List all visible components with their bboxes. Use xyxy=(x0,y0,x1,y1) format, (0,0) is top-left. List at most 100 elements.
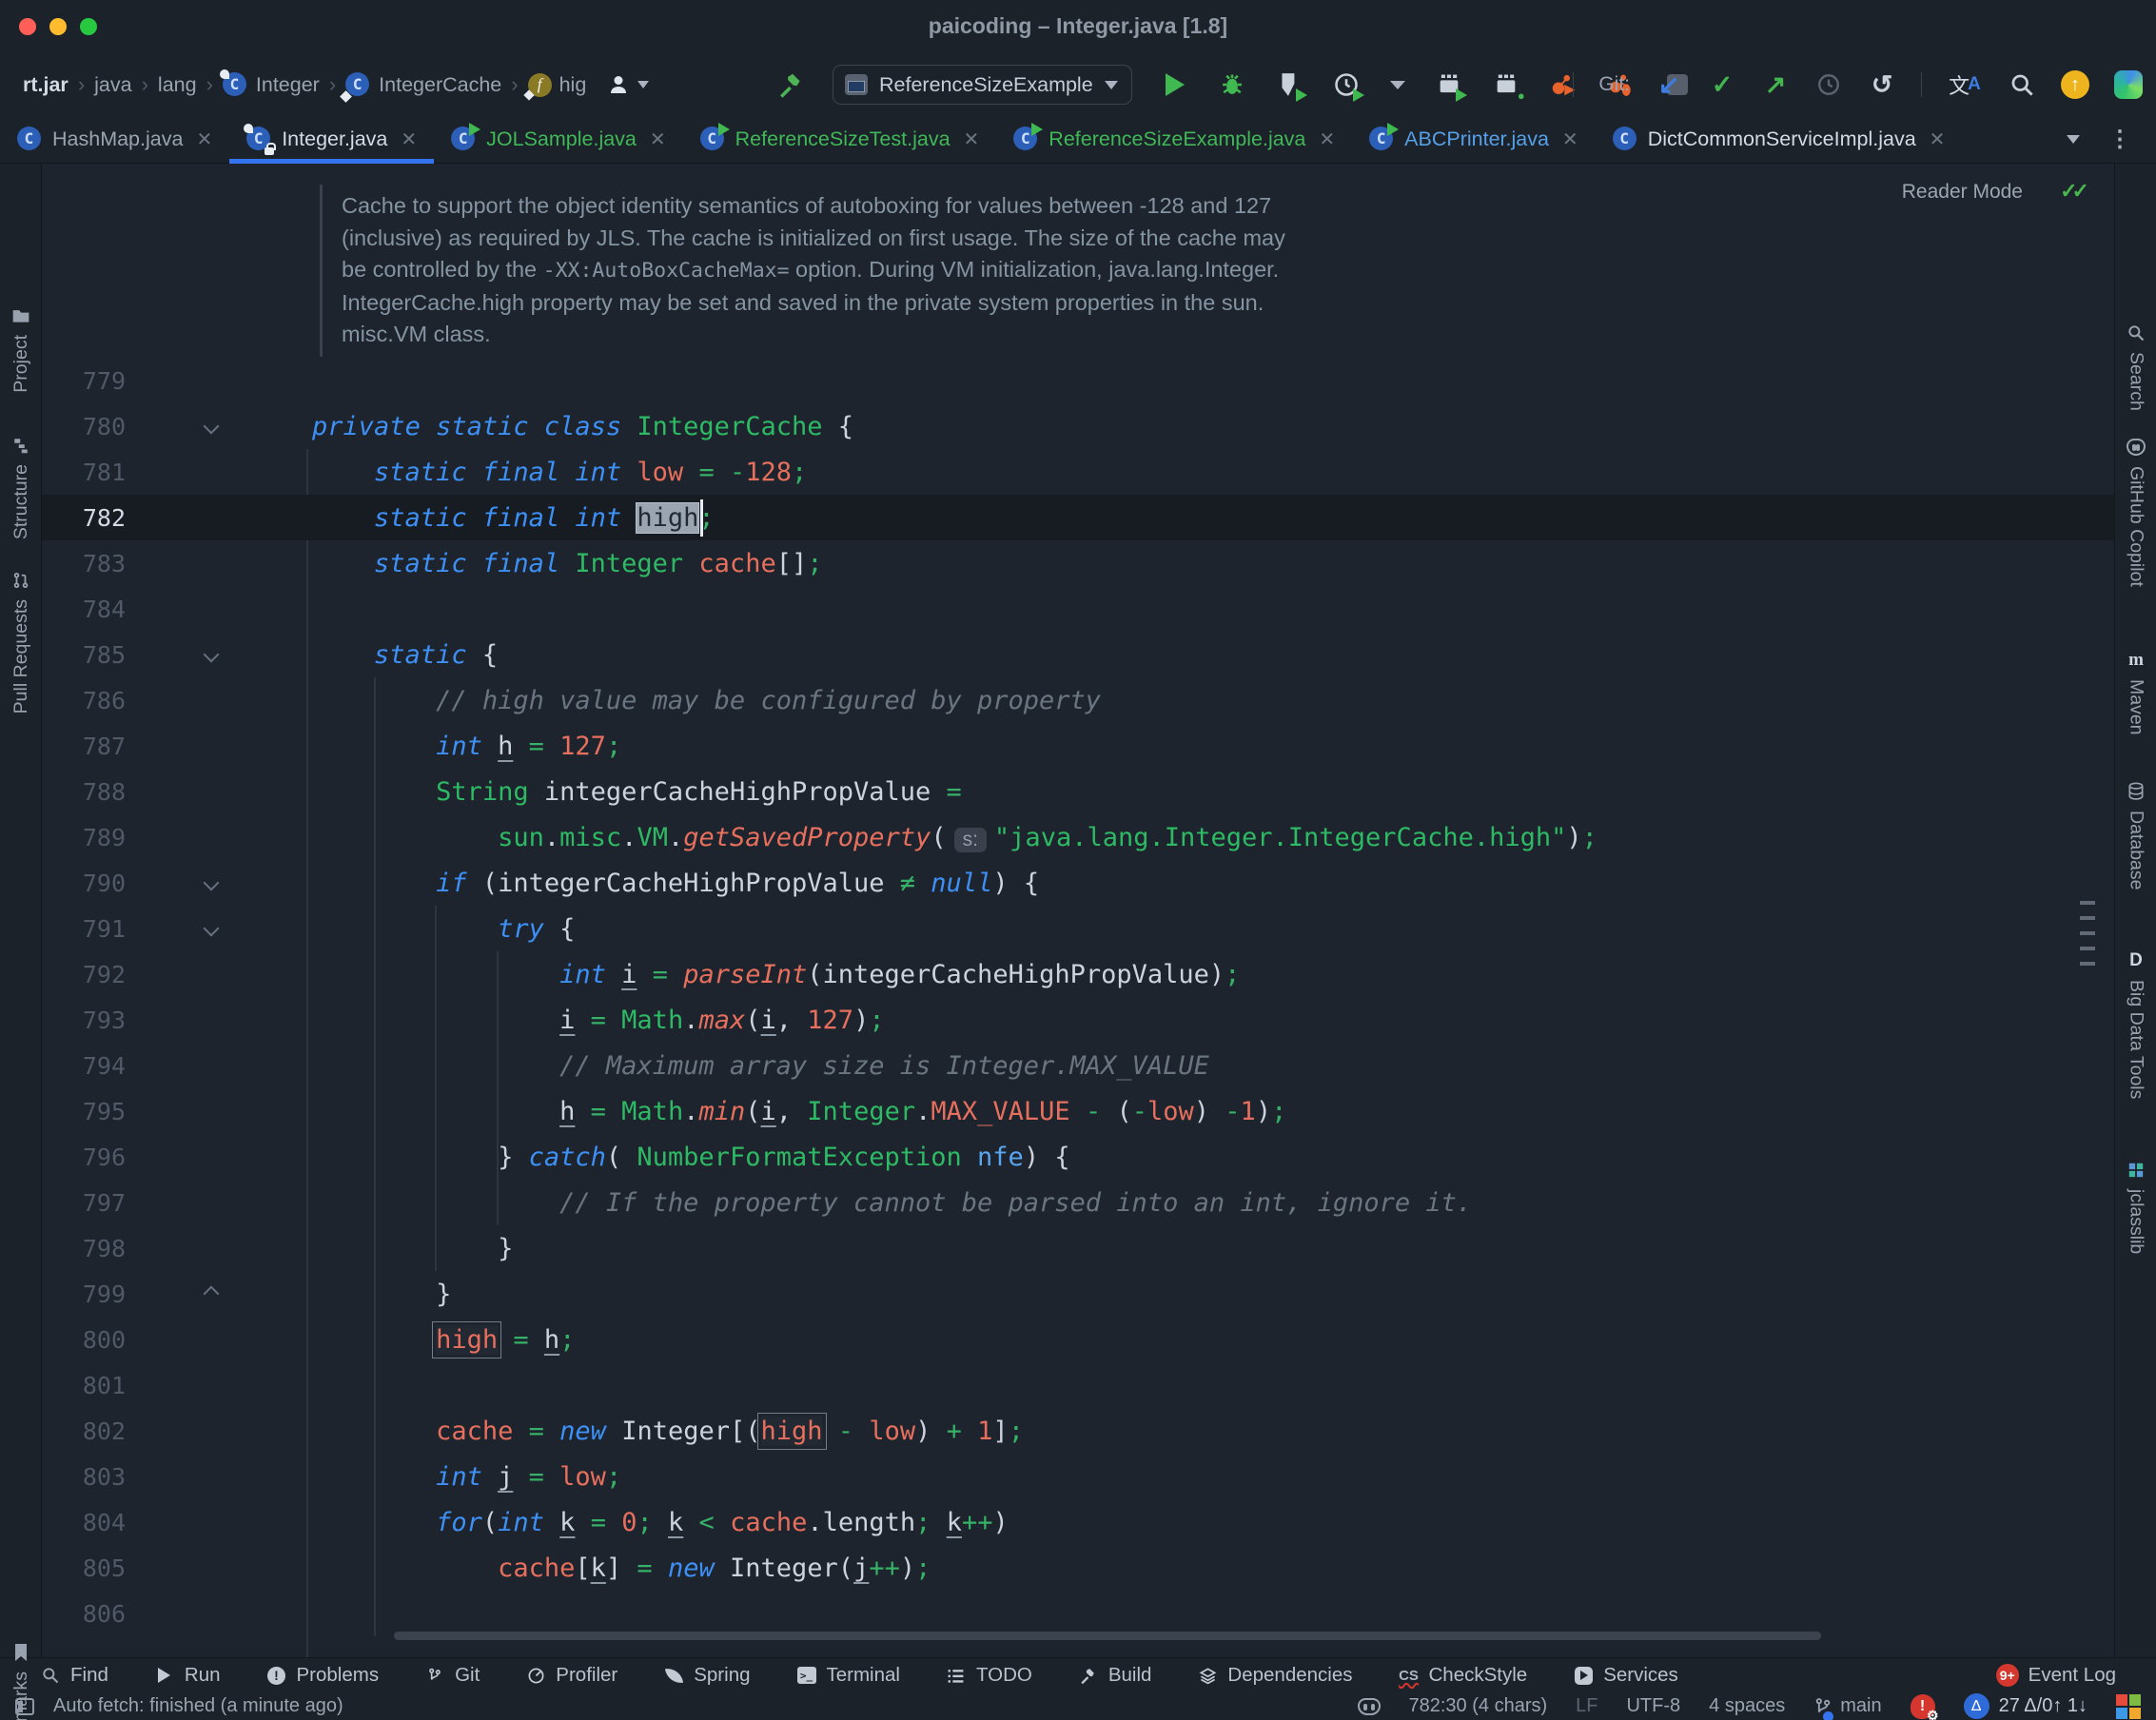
tool-window-spring[interactable]: Spring xyxy=(640,1658,773,1692)
code-line-779[interactable]: 779 xyxy=(42,358,2114,403)
code-line-790[interactable]: 790 if (integerCacheHighPropValue ≠ null… xyxy=(42,860,2114,906)
tool-window-build[interactable]: Build xyxy=(1055,1658,1175,1692)
close-tab-icon[interactable]: ✕ xyxy=(196,127,212,151)
code-line-795[interactable]: 795 h = Math.min(i, Integer.MAX_VALUE - … xyxy=(42,1088,2114,1134)
git-history-icon[interactable] xyxy=(1814,70,1843,99)
debug-button[interactable] xyxy=(1218,70,1246,99)
upload-circle-icon[interactable]: ↑ xyxy=(2061,70,2089,99)
toolbox-logo-icon[interactable] xyxy=(2114,70,2143,99)
git-branch-widget[interactable]: main xyxy=(1813,1695,1881,1718)
breadcrumb-item-lang[interactable]: lang xyxy=(158,73,197,97)
git-rollback-icon[interactable]: ↺ xyxy=(1868,70,1896,99)
code-line-802[interactable]: 802 cache = new Integer[(high - low) + 1… xyxy=(42,1408,2114,1454)
indent-setting[interactable]: 4 spaces xyxy=(1709,1695,1785,1717)
fold-marker[interactable] xyxy=(192,420,230,432)
breadcrumb-item-rt-jar[interactable]: rt.jar xyxy=(23,73,69,97)
error-status-icon[interactable]: !⚙ xyxy=(1911,1694,1935,1719)
code-line-803[interactable]: 803 int j = low; xyxy=(42,1454,2114,1499)
code-line-780[interactable]: 780 private static class IntegerCache { xyxy=(42,403,2114,449)
tool-window-terminal[interactable]: >_Terminal xyxy=(774,1658,923,1692)
tab-referencesizeexample-java[interactable]: CReferenceSizeExample.java✕ xyxy=(996,116,1352,163)
inspections-ok-icon[interactable]: ✓✓ xyxy=(2060,179,2084,204)
tool-strip-big-data-tools[interactable]: DBig Data Tools xyxy=(2115,951,2156,1099)
tool-strip-jclasslib[interactable]: jclasslib xyxy=(2115,1161,2156,1254)
close-tab-icon[interactable]: ✕ xyxy=(1562,127,1578,151)
code-line-788[interactable]: 788 String integerCacheHighPropValue = xyxy=(42,769,2114,814)
tool-window-checkstyle[interactable]: CSCheckStyle xyxy=(1376,1658,1551,1692)
copilot-status-icon[interactable] xyxy=(1358,1698,1381,1715)
code-line-797[interactable]: 797 // If the property cannot be parsed … xyxy=(42,1180,2114,1225)
tool-window-services[interactable]: Services xyxy=(1550,1658,1701,1692)
tab-integer-java[interactable]: CInteger.java✕ xyxy=(229,116,434,163)
code-line-786[interactable]: 786 // high value may be configured by p… xyxy=(42,677,2114,723)
close-tab-icon[interactable]: ✕ xyxy=(1319,127,1335,151)
code-line-785[interactable]: 785 static { xyxy=(42,632,2114,677)
code-line-782[interactable]: 782 static final int high; xyxy=(42,495,2114,540)
code-line-789[interactable]: 789 sun.misc.VM.getSavedProperty(s:"java… xyxy=(42,814,2114,860)
code-line-781[interactable]: 781 static final int low = -128; xyxy=(42,449,2114,495)
tool-strip-bookmarks[interactable]: Bookmarks xyxy=(0,1643,42,1720)
tool-strip-github-copilot[interactable]: GitHub Copilot xyxy=(2115,438,2156,587)
translate-icon[interactable]: 文A xyxy=(1947,70,1983,99)
breadcrumb-item-java[interactable]: java xyxy=(94,73,131,97)
code-line-804[interactable]: 804 for(int k = 0; k < cache.length; k++… xyxy=(42,1499,2114,1545)
tool-window-profiler[interactable]: Profiler xyxy=(502,1658,640,1692)
tabs-dropdown-icon[interactable] xyxy=(2067,135,2080,144)
fold-marker[interactable] xyxy=(192,649,230,660)
code-line-805[interactable]: 805 cache[k] = new Integer(j++); xyxy=(42,1545,2114,1591)
search-everywhere-icon[interactable] xyxy=(2008,70,2036,99)
code-line-796[interactable]: 796 } catch( NumberFormatException nfe) … xyxy=(42,1134,2114,1180)
tool-strip-database[interactable]: Database xyxy=(2115,782,2156,889)
tab-jolsample-java[interactable]: CJOLSample.java✕ xyxy=(434,116,683,163)
chip-debug-button[interactable]: ● xyxy=(1492,70,1520,99)
tool-window-todo[interactable]: TODO xyxy=(923,1658,1055,1692)
code-lines[interactable]: 779780 private static class IntegerCache… xyxy=(42,358,2114,1636)
code-line-792[interactable]: 792 int i = parseInt(integerCacheHighPro… xyxy=(42,951,2114,997)
git-push-icon[interactable]: ↗ xyxy=(1761,70,1790,99)
tool-strip-structure[interactable]: Structure xyxy=(0,436,42,539)
caret-position[interactable]: 782:30 (4 chars) xyxy=(1409,1695,1548,1717)
code-line-791[interactable]: 791 try { xyxy=(42,906,2114,951)
chip-run-button[interactable] xyxy=(1435,70,1463,99)
profiler-dropdown-icon[interactable] xyxy=(1389,70,1406,99)
run-configuration-select[interactable]: ReferenceSizeExample xyxy=(833,65,1132,105)
tool-strip-project[interactable]: Project xyxy=(0,306,42,393)
close-tab-icon[interactable]: ✕ xyxy=(650,127,666,151)
reader-mode-label[interactable]: Reader Mode xyxy=(1902,181,2023,204)
tabs-kebab-icon[interactable]: ⋮ xyxy=(2108,126,2131,153)
status-message[interactable]: Auto fetch: finished (a minute ago) xyxy=(53,1695,343,1717)
breadcrumb-item-integer[interactable]: CInteger xyxy=(223,72,320,98)
close-tab-icon[interactable]: ✕ xyxy=(401,127,417,151)
run-button[interactable] xyxy=(1161,70,1189,99)
tab-dictcommonserviceimpl-java[interactable]: CDictCommonServiceImpl.java✕ xyxy=(1596,116,1963,163)
git-update-icon[interactable]: ↙ xyxy=(1655,70,1683,99)
code-line-801[interactable]: 801 xyxy=(42,1362,2114,1408)
code-line-798[interactable]: 798 } xyxy=(42,1225,2114,1271)
tool-strip-search[interactable]: Search xyxy=(2115,323,2156,411)
tool-window-dependencies[interactable]: Dependencies xyxy=(1174,1658,1375,1692)
close-tab-icon[interactable]: ✕ xyxy=(964,127,980,151)
changes-widget[interactable]: Δ 27 Δ/0↑ 1↓ xyxy=(1964,1693,2087,1719)
tool-window-problems[interactable]: !Problems xyxy=(244,1658,402,1692)
tool-strip-pull-requests[interactable]: Pull Requests xyxy=(0,571,42,713)
fold-marker[interactable] xyxy=(192,877,230,889)
tab-hashmap-java[interactable]: CHashMap.java✕ xyxy=(0,116,229,163)
horizontal-scrollbar[interactable] xyxy=(394,1632,1821,1640)
fold-marker[interactable] xyxy=(192,923,230,934)
reader-mode-user-menu[interactable] xyxy=(607,73,649,96)
build-hammer-icon[interactable] xyxy=(775,70,804,99)
colorful-grid-icon[interactable] xyxy=(2116,1694,2141,1719)
code-editor[interactable]: Reader Mode ✓✓ Cache to support the obje… xyxy=(42,164,2114,1657)
tool-window-run[interactable]: Run xyxy=(131,1658,244,1692)
file-encoding[interactable]: UTF-8 xyxy=(1626,1695,1680,1717)
profiler-button[interactable] xyxy=(1332,70,1361,99)
run-with-coverage-button[interactable] xyxy=(1275,70,1303,99)
tab-referencesizetest-java[interactable]: CReferenceSizeTest.java✕ xyxy=(683,116,997,163)
tool-window-event-log[interactable]: 9+ Event Log xyxy=(1973,1658,2139,1692)
code-line-793[interactable]: 793 i = Math.max(i, 127); xyxy=(42,997,2114,1043)
tab-abcprinter-java[interactable]: CABCPrinter.java✕ xyxy=(1352,116,1596,163)
tool-window-git[interactable]: Git xyxy=(402,1658,502,1692)
code-line-787[interactable]: 787 int h = 127; xyxy=(42,723,2114,769)
breadcrumb-item-hig[interactable]: fhig xyxy=(528,73,587,97)
git-commit-icon[interactable]: ✓ xyxy=(1708,70,1736,99)
